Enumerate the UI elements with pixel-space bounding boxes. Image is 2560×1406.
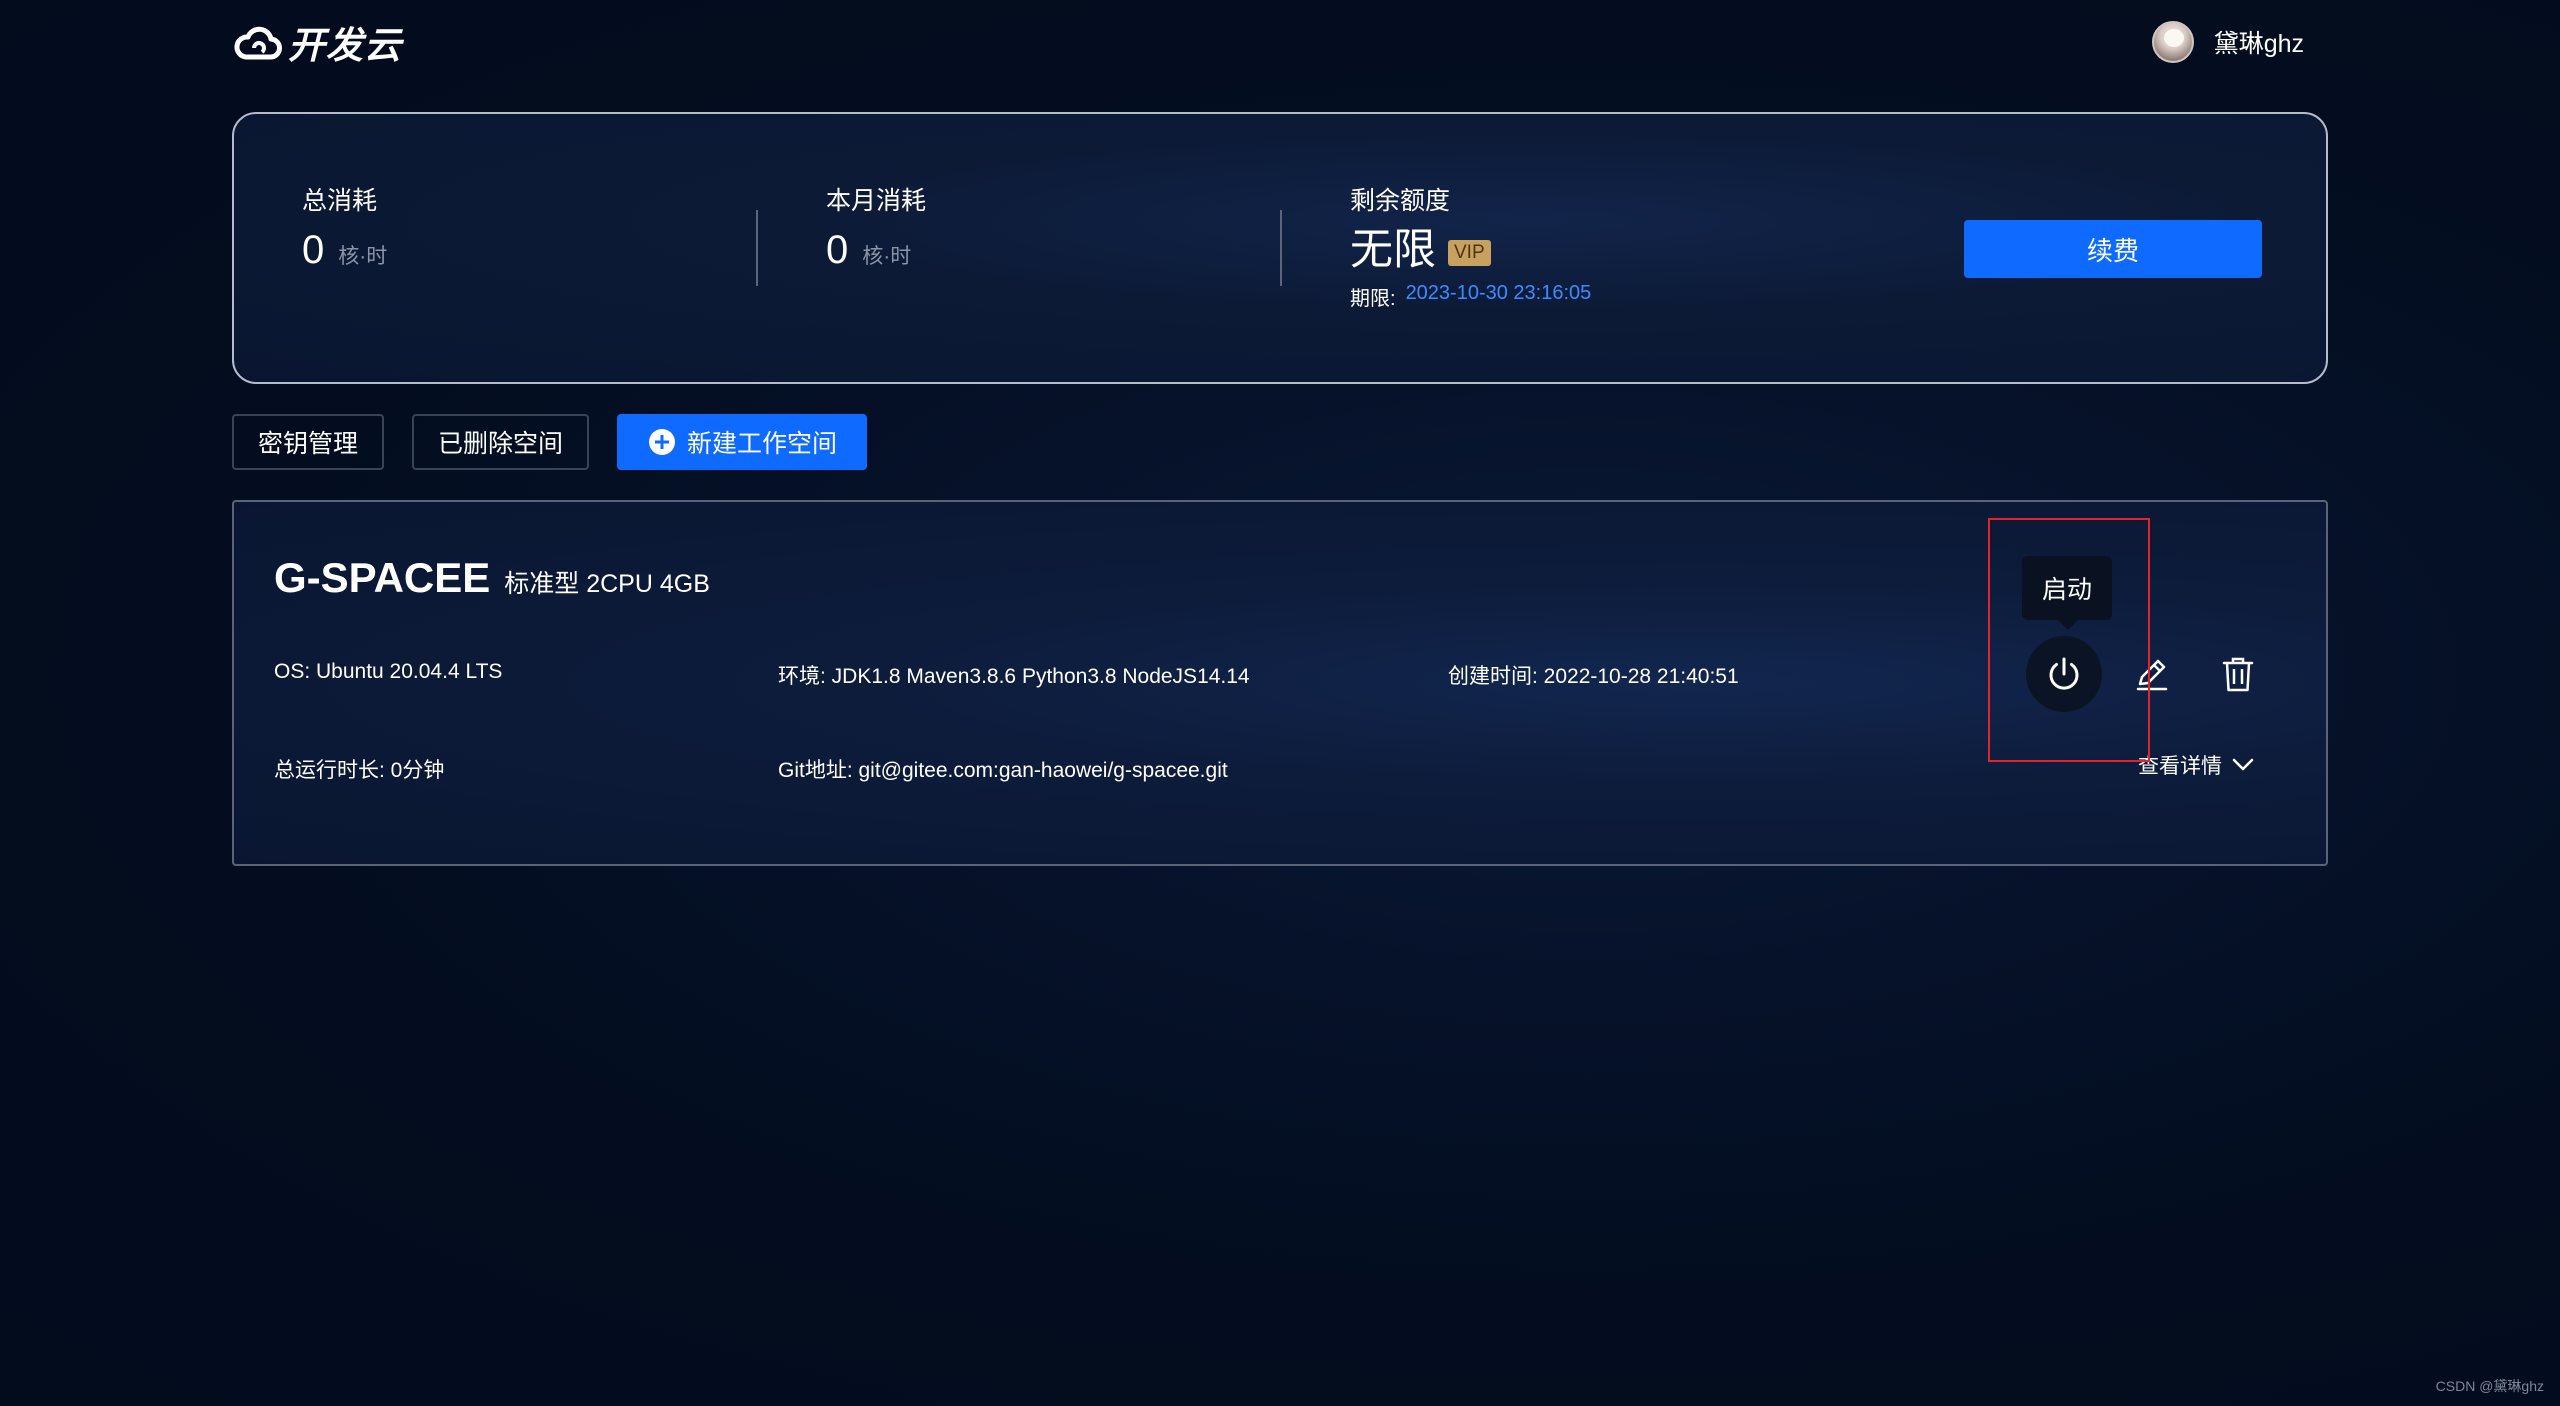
user-menu[interactable]: 黛琳ghz: [2151, 18, 2304, 66]
usage-summary-card: 总消耗 0 核·时 本月消耗 0 核·时 剩余额度 无限 VIP 期限: 202…: [232, 112, 2328, 384]
start-button[interactable]: [2026, 636, 2102, 712]
edit-button[interactable]: [2130, 652, 2174, 696]
view-details-label: 查看详情: [2138, 755, 2222, 778]
remaining-quota: 剩余额度 无限 VIP 期限: 2023-10-30 23:16:05: [1350, 186, 1591, 311]
logo-text: 开发云: [288, 25, 402, 66]
total-usage: 总消耗 0 核·时: [302, 186, 387, 272]
new-workspace-button[interactable]: 新建工作空间: [617, 414, 868, 470]
power-icon: [2049, 657, 2079, 690]
total-usage-unit: 核·时: [338, 245, 388, 268]
trash-icon: [2222, 657, 2254, 692]
workspace-env: 环境: JDK1.8 Maven3.8.6 Python3.8 NodeJS14…: [778, 665, 1250, 688]
month-usage: 本月消耗 0 核·时: [826, 186, 926, 272]
page: 开发云 黛琳ghz 总消耗 0 核·时 本月消耗 0 核·时 剩余额度 无限 V…: [0, 0, 2560, 1406]
total-usage-value: 0: [302, 228, 325, 272]
workspace-card: G-SPACEE 标准型 2CPU 4GB OS: Ubuntu 20.04.4…: [232, 500, 2328, 866]
workspace-name: G-SPACEE: [274, 554, 491, 601]
key-management-button[interactable]: 密钥管理: [232, 414, 385, 470]
start-tooltip: 启动: [2022, 556, 2112, 630]
avatar[interactable]: [2151, 21, 2194, 63]
renew-button[interactable]: 续费: [1964, 220, 2262, 278]
logo[interactable]: 开发云: [232, 18, 402, 66]
workspace-spec: 标准型 2CPU 4GB: [504, 570, 710, 598]
cloud-logo-icon: [234, 26, 282, 60]
month-usage-label: 本月消耗: [826, 187, 927, 215]
expire-date: 2023-10-30 23:16:05: [1405, 282, 1592, 304]
total-usage-label: 总消耗: [302, 187, 378, 215]
workspace-os: OS: Ubuntu 20.04.4 LTS: [274, 660, 503, 683]
view-details-link[interactable]: 查看详情: [2138, 750, 2254, 780]
deleted-spaces-button[interactable]: 已删除空间: [412, 414, 590, 470]
username[interactable]: 黛琳ghz: [2214, 24, 2304, 60]
workspace-runtime: 总运行时长: 0分钟: [274, 759, 445, 782]
new-workspace-label: 新建工作空间: [687, 430, 838, 458]
remaining-quota-value: 无限: [1350, 226, 1436, 274]
workspace-created: 创建时间: 2022-10-28 21:40:51: [1448, 665, 1739, 688]
plus-circle-icon: [649, 429, 676, 455]
edit-icon: [2136, 659, 2168, 691]
divider: [756, 210, 758, 286]
delete-button[interactable]: [2216, 652, 2260, 696]
month-usage-unit: 核·时: [862, 245, 912, 268]
toolbar: 密钥管理 已删除空间 新建工作空间: [232, 414, 868, 470]
expire-label: 期限:: [1350, 288, 1396, 310]
month-usage-value: 0: [826, 228, 849, 272]
remaining-quota-label: 剩余额度: [1350, 187, 1451, 215]
watermark: CSDN @黛琳ghz: [2435, 1378, 2544, 1394]
workspace-git: Git地址: git@gitee.com:gan-haowei/g-spacee…: [778, 759, 1228, 782]
vip-badge: VIP: [1448, 240, 1491, 266]
top-header: 开发云 黛琳ghz: [0, 0, 2560, 84]
divider: [1280, 210, 1282, 286]
chevron-down-icon: [2232, 758, 2254, 771]
